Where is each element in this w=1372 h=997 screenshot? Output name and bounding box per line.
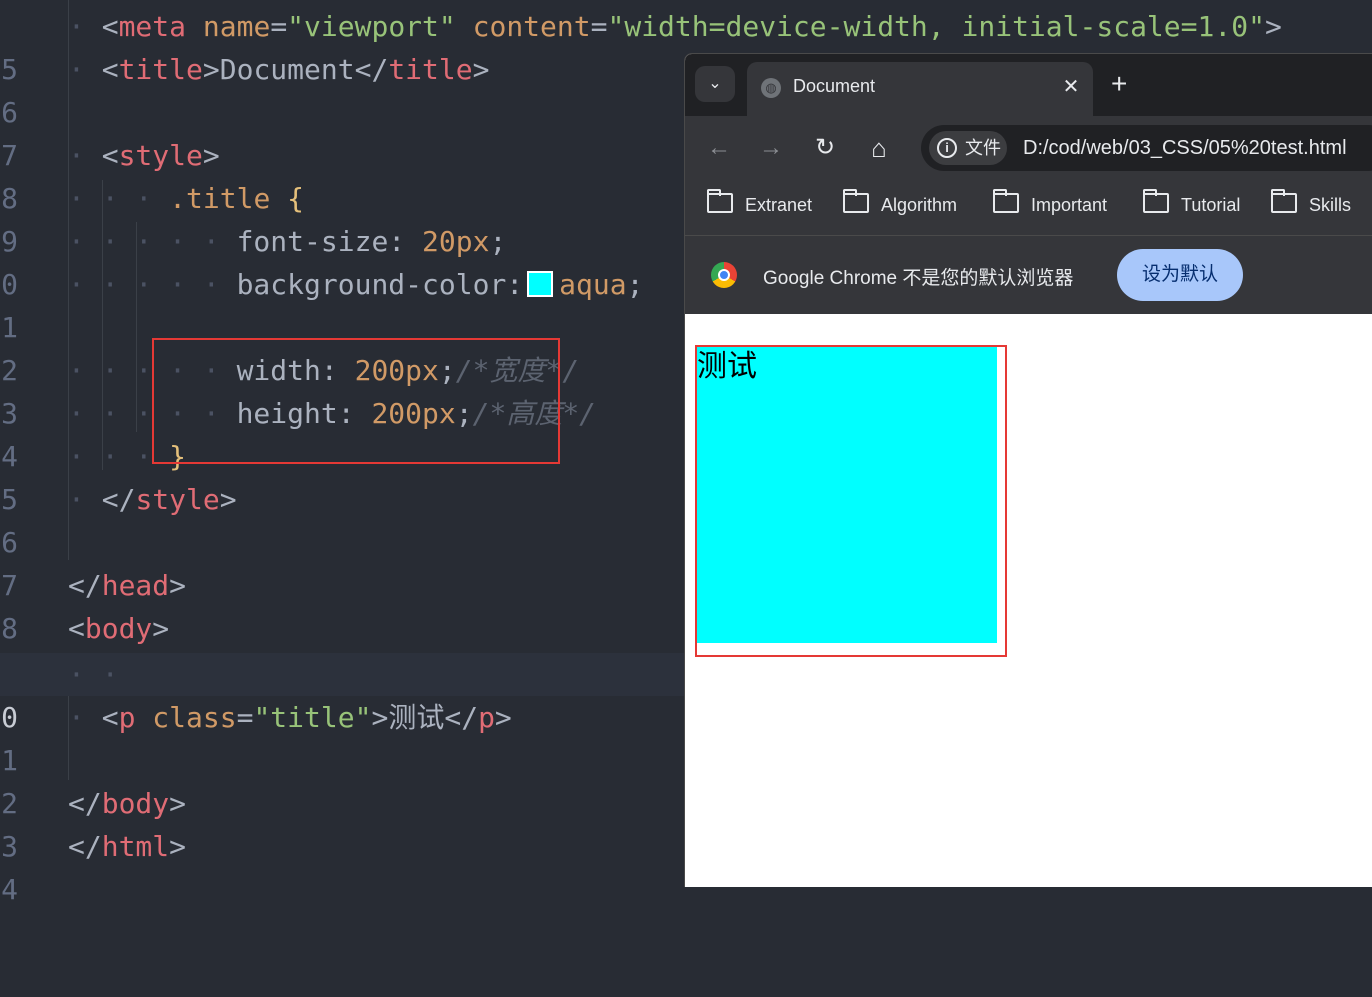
back-icon[interactable]: ← [703, 132, 735, 164]
infobar-message: Google Chrome 不是您的默认浏览器 [763, 268, 1074, 289]
set-default-button[interactable]: 设为默认 [1117, 249, 1243, 301]
reload-icon[interactable]: ↻ [809, 132, 841, 164]
new-tab-button[interactable]: + [1111, 68, 1127, 100]
tab-search-button[interactable]: ⌄ [695, 66, 735, 102]
page-viewport: 测试 [685, 315, 1372, 887]
code-line[interactable]: 5 · <meta name="viewport" content="width… [0, 5, 1372, 86]
bookmark-extranet[interactable]: Extranet [707, 189, 812, 216]
chrome-logo-icon [711, 262, 737, 288]
globe-icon: ◍ [761, 78, 781, 98]
info-icon: i [937, 138, 957, 158]
bookmark-skills[interactable]: Skills [1271, 189, 1351, 216]
close-icon[interactable]: ✕ [1059, 74, 1083, 99]
color-swatch[interactable] [527, 271, 554, 297]
folder-icon [707, 189, 733, 213]
bookmark-tutorial[interactable]: Tutorial [1143, 189, 1240, 216]
tab-strip: ⌄ ◍ Document ✕ + [685, 54, 1372, 116]
folder-icon [993, 189, 1019, 213]
address-bar[interactable]: i 文件 D:/cod/web/03_CSS/05%20test.html [921, 125, 1372, 171]
browser-window: ⌄ ◍ Document ✕ + ← → ↻ ⌂ i 文件 D:/cod/web… [684, 53, 1372, 887]
bookmark-important[interactable]: Important [993, 189, 1107, 216]
highlight-box [152, 338, 560, 464]
folder-icon [1143, 189, 1169, 213]
bookmark-algorithm[interactable]: Algorithm [843, 189, 957, 216]
bookmarks-bar: Extranet Algorithm Important Tutorial Sk… [685, 179, 1372, 236]
chevron-down-icon: ⌄ [708, 75, 722, 92]
site-info-label: 文件 [965, 138, 1001, 158]
browser-toolbar: ← → ↻ ⌂ i 文件 D:/cod/web/03_CSS/05%20test… [685, 116, 1372, 179]
forward-icon[interactable]: → [755, 132, 787, 164]
folder-icon [1271, 189, 1297, 213]
highlight-box [695, 345, 1007, 657]
tab-document[interactable]: ◍ Document ✕ [747, 62, 1093, 116]
home-icon[interactable]: ⌂ [863, 132, 895, 164]
default-browser-infobar: Google Chrome 不是您的默认浏览器 设为默认 [685, 236, 1372, 314]
site-info-button[interactable]: i 文件 [929, 131, 1007, 165]
line-number: 4 [1, 873, 18, 906]
url-text[interactable]: D:/cod/web/03_CSS/05%20test.html [1023, 125, 1347, 171]
folder-icon [843, 189, 869, 213]
tab-title: Document [793, 76, 876, 96]
